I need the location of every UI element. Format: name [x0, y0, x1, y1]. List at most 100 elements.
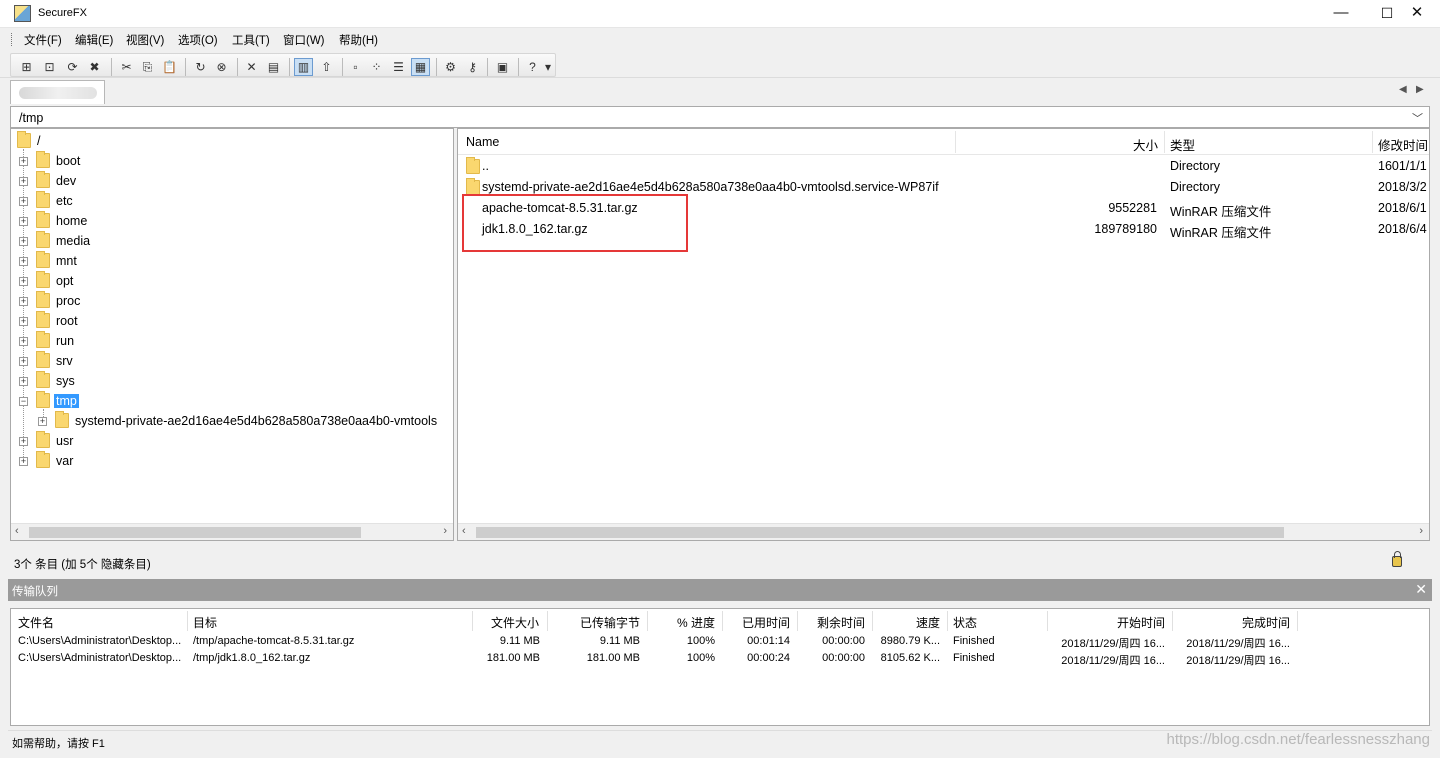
menu-help[interactable]: 帮助(H): [339, 32, 378, 48]
copy-icon[interactable]: ⎘: [138, 58, 157, 76]
column-modified[interactable]: 修改时间: [1378, 135, 1428, 154]
details-view-icon[interactable]: ▦: [411, 58, 430, 76]
menu-edit[interactable]: 编辑(E): [75, 32, 113, 48]
expand-icon[interactable]: +: [19, 317, 28, 326]
queue-transferred: 181.00 MB: [586, 652, 640, 664]
toolbar-overflow-icon[interactable]: ▾: [543, 58, 553, 76]
cut-icon[interactable]: ✂: [117, 58, 136, 76]
chevron-down-icon[interactable]: ﹀: [1412, 110, 1423, 126]
delete-icon[interactable]: ✕: [242, 58, 261, 76]
scroll-left-icon[interactable]: ‹: [462, 525, 466, 537]
large-icons-icon[interactable]: ▫: [346, 58, 365, 76]
paste-icon[interactable]: 📋: [160, 58, 179, 76]
tree-item[interactable]: + srv: [11, 351, 451, 371]
expand-icon[interactable]: +: [19, 157, 28, 166]
small-icons-icon[interactable]: ⁘: [367, 58, 386, 76]
quick-connect-icon[interactable]: ⊡: [40, 58, 59, 76]
transfer-queue-table[interactable]: 文件名 目标 文件大小 已传输字节 % 进度 已用时间 剩余时间 速度 状态 开…: [10, 608, 1430, 726]
column-start[interactable]: 开始时间: [1117, 614, 1165, 631]
connect-icon[interactable]: ⊞: [17, 58, 36, 76]
path-combobox[interactable]: /tmp ﹀: [10, 106, 1430, 128]
menu-tools[interactable]: 工具(T): [232, 32, 270, 48]
tree-item[interactable]: + etc: [11, 191, 451, 211]
session-tab[interactable]: [10, 80, 105, 104]
expand-icon[interactable]: +: [19, 177, 28, 186]
up-folder-icon[interactable]: ⇧: [317, 58, 336, 76]
list-view-icon[interactable]: ☰: [389, 58, 408, 76]
tree-item-selected[interactable]: − tmp: [11, 391, 451, 411]
expand-icon[interactable]: +: [19, 357, 28, 366]
file-list-horizontal-scrollbar[interactable]: ‹ ›: [458, 523, 1429, 540]
scrollbar-thumb[interactable]: [476, 527, 1284, 538]
session-options-icon[interactable]: ⚙: [441, 58, 460, 76]
tree-item-label: sys: [56, 374, 75, 388]
menu-file[interactable]: 文件(F): [24, 32, 62, 48]
expand-icon[interactable]: +: [19, 237, 28, 246]
tab-scroll-left-icon[interactable]: ◀: [1399, 84, 1407, 95]
column-transferred[interactable]: 已传输字节: [580, 614, 640, 631]
column-filesize[interactable]: 文件大小: [491, 614, 539, 631]
tree-horizontal-scrollbar[interactable]: ‹ ›: [11, 523, 453, 540]
column-filename[interactable]: 文件名: [18, 614, 54, 631]
tree-view-icon[interactable]: ▥: [294, 58, 313, 76]
column-elapsed[interactable]: 已用时间: [742, 614, 790, 631]
expand-icon[interactable]: +: [19, 197, 28, 206]
tree-item[interactable]: + home: [11, 211, 451, 231]
folder-tree[interactable]: / + boot + dev + etc + home + media + mn…: [10, 128, 454, 541]
collapse-icon[interactable]: −: [19, 397, 28, 406]
tab-scroll-right-icon[interactable]: ▶: [1416, 84, 1424, 95]
transfer-queue-icon[interactable]: ▣: [493, 58, 512, 76]
close-window-button[interactable]: ✕: [1394, 0, 1440, 28]
column-remaining[interactable]: 剩余时间: [817, 614, 865, 631]
tree-item[interactable]: + root: [11, 311, 451, 331]
file-list[interactable]: Name 大小 类型 修改时间 .. Directory 1601/1/1 sy…: [457, 128, 1430, 541]
help-icon[interactable]: ?: [523, 58, 542, 76]
tree-item[interactable]: + media: [11, 231, 451, 251]
stop-icon[interactable]: ⊗: [212, 58, 231, 76]
tree-item-root[interactable]: /: [11, 131, 451, 151]
properties-icon[interactable]: ▤: [264, 58, 283, 76]
tree-item[interactable]: + dev: [11, 171, 451, 191]
disconnect-icon[interactable]: ✖: [85, 58, 104, 76]
expand-icon[interactable]: +: [19, 377, 28, 386]
tree-item[interactable]: + run: [11, 331, 451, 351]
scroll-right-icon[interactable]: ›: [1419, 525, 1423, 537]
expand-icon[interactable]: +: [19, 437, 28, 446]
scroll-right-icon[interactable]: ›: [443, 525, 447, 537]
column-type[interactable]: 类型: [1170, 135, 1195, 154]
expand-icon[interactable]: +: [19, 337, 28, 346]
scroll-left-icon[interactable]: ‹: [15, 525, 19, 537]
key-icon[interactable]: ⚷: [463, 58, 482, 76]
reconnect-icon[interactable]: ⟳: [63, 58, 82, 76]
expand-icon[interactable]: +: [19, 217, 28, 226]
file-row[interactable]: .. Directory 1601/1/1: [458, 156, 1429, 177]
tree-item[interactable]: + var: [11, 451, 451, 471]
refresh-icon[interactable]: ↻: [191, 58, 210, 76]
tree-item[interactable]: + proc: [11, 291, 451, 311]
tree-item[interactable]: + mnt: [11, 251, 451, 271]
menu-options[interactable]: 选项(O): [178, 32, 218, 48]
menu-window[interactable]: 窗口(W): [283, 32, 325, 48]
column-state[interactable]: 状态: [953, 614, 977, 631]
tree-item[interactable]: + opt: [11, 271, 451, 291]
expand-icon[interactable]: +: [19, 297, 28, 306]
expand-icon[interactable]: +: [19, 457, 28, 466]
expand-icon[interactable]: +: [38, 417, 47, 426]
column-percent[interactable]: % 进度: [677, 614, 715, 631]
menu-view[interactable]: 视图(V): [126, 32, 164, 48]
folder-icon: [36, 211, 50, 228]
scrollbar-thumb[interactable]: [29, 527, 361, 538]
column-finish[interactable]: 完成时间: [1242, 614, 1290, 631]
tree-item[interactable]: + boot: [11, 151, 451, 171]
tree-item[interactable]: + sys: [11, 371, 451, 391]
column-target[interactable]: 目标: [193, 614, 217, 631]
column-size[interactable]: 大小: [1133, 135, 1158, 154]
expand-icon[interactable]: +: [19, 257, 28, 266]
close-icon[interactable]: ✕: [1415, 581, 1427, 598]
tree-item[interactable]: + systemd-private-ae2d16ae4e5d4b628a580a…: [11, 411, 451, 431]
expand-icon[interactable]: +: [19, 277, 28, 286]
column-name[interactable]: Name: [466, 135, 499, 149]
tree-item[interactable]: + usr: [11, 431, 451, 451]
minimize-button[interactable]: —: [1318, 0, 1364, 28]
column-speed[interactable]: 速度: [916, 614, 940, 631]
